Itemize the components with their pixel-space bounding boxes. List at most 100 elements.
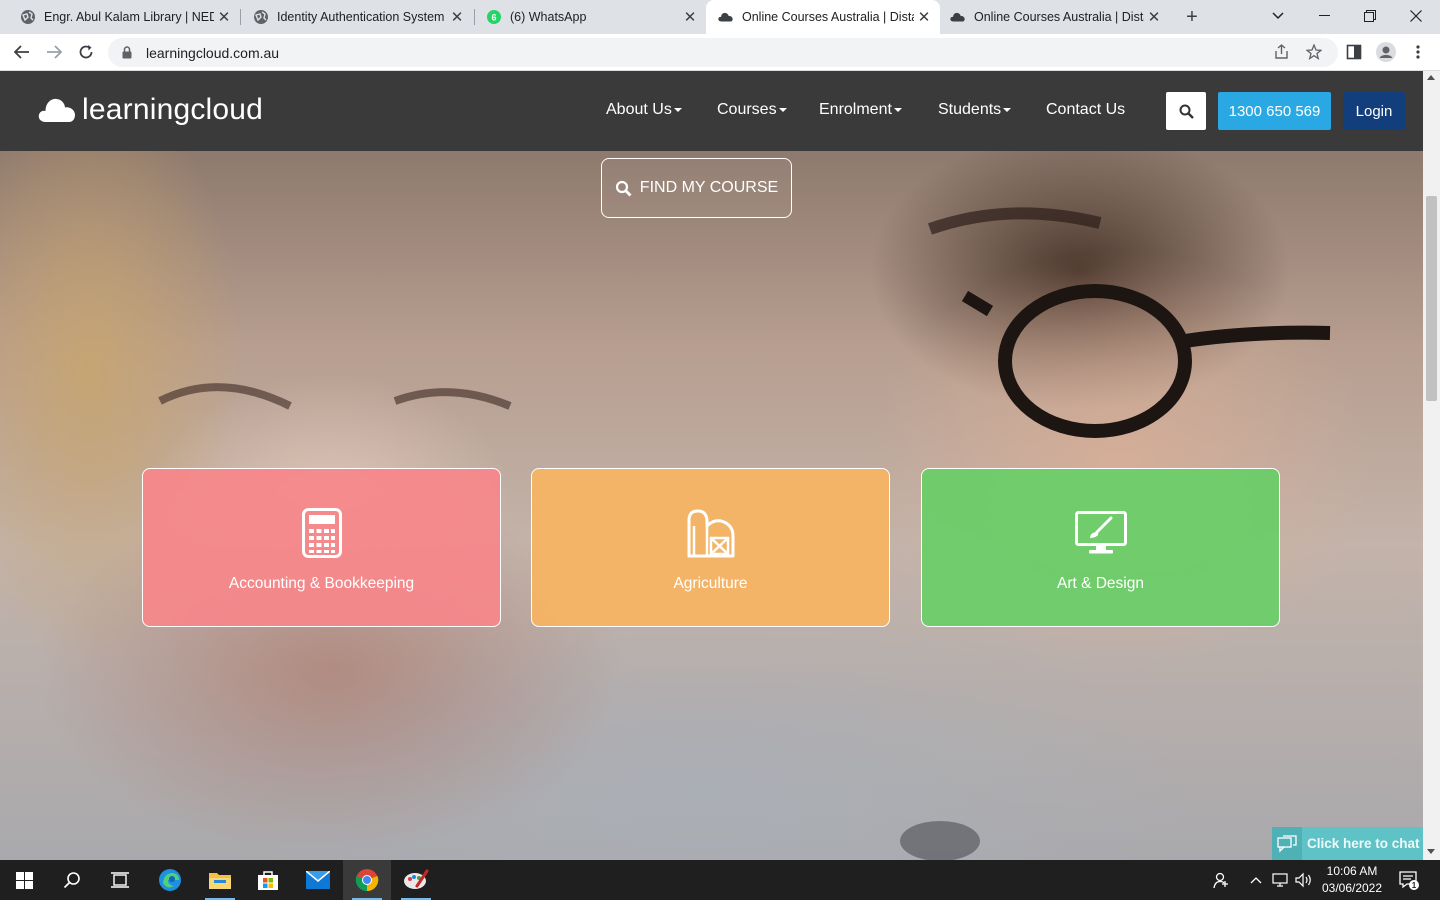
url-text: learningcloud.com.au [146, 44, 280, 61]
logo-text: learningcloud [82, 93, 264, 126]
category-card-art-design[interactable]: Art & Design [921, 468, 1280, 627]
side-panel-icon[interactable] [1340, 38, 1368, 66]
browser-tab-library[interactable]: Engr. Abul Kalam Library | NEDU ✕ [0, 0, 240, 34]
taskbar-store[interactable] [244, 860, 292, 900]
browser-tab-learningcloud-active[interactable]: Online Courses Australia | Distance ✕ [706, 0, 940, 34]
close-window-button[interactable] [1393, 0, 1439, 32]
tab-title: Online Courses Australia | Distance [974, 10, 1144, 24]
tab-title: Identity Authentication System [277, 10, 445, 24]
search-icon [63, 872, 80, 889]
category-label: Accounting & Bookkeeping [228, 574, 415, 592]
nav-label: Enrolment [819, 101, 892, 118]
tab-title: (6) WhatsApp [510, 10, 587, 24]
restore-button[interactable] [1347, 0, 1393, 32]
cloud-icon [718, 9, 734, 25]
browser-tab-identity[interactable]: Identity Authentication System ✕ [233, 0, 473, 34]
login-button[interactable]: Login [1343, 92, 1405, 130]
browser-menu-icon[interactable] [1404, 38, 1432, 66]
tab-strip: Engr. Abul Kalam Library | NEDU ✕ Identi… [0, 0, 1440, 34]
scroll-down-arrow[interactable] [1427, 849, 1435, 854]
search-icon [615, 180, 632, 197]
windows-taskbar: 10:06 AM 03/06/2022 1 [0, 860, 1440, 900]
barn-icon [685, 507, 737, 559]
windows-logo-icon [15, 871, 33, 889]
find-my-course-label: FIND MY COURSE [639, 179, 779, 196]
minimize-button[interactable] [1301, 0, 1347, 32]
notification-icon: 1 [1399, 871, 1419, 890]
scrollbar-thumb[interactable] [1426, 196, 1437, 401]
windows-start-button[interactable] [0, 860, 48, 900]
volume-icon[interactable] [1293, 860, 1315, 900]
taskbar-chrome[interactable] [343, 860, 391, 900]
browser-tab-whatsapp[interactable]: 6 (6) WhatsApp ✕ [466, 0, 706, 34]
network-icon[interactable] [1270, 860, 1292, 900]
nav-students[interactable]: Students [938, 101, 1012, 119]
monitor-brush-icon [1074, 507, 1127, 559]
taskbar-file-explorer[interactable] [196, 860, 244, 900]
nav-contact-us[interactable]: Contact Us [1046, 101, 1125, 119]
tab-search-icon[interactable] [1255, 0, 1301, 32]
show-hidden-icons-chevron-up-icon[interactable] [1246, 860, 1266, 900]
notification-count: 1 [1412, 881, 1417, 890]
taskbar-mail[interactable] [294, 860, 342, 900]
chevron-down-icon [673, 107, 682, 112]
nav-enrolment[interactable]: Enrolment [819, 101, 902, 119]
browser-tab-learningcloud-2[interactable]: Online Courses Australia | Distance ✕ [940, 0, 1170, 34]
chrome-icon [355, 869, 379, 892]
nav-label: Students [938, 101, 1002, 118]
new-tab-button[interactable]: + [1180, 5, 1204, 29]
nav-label: About Us [606, 101, 672, 118]
taskbar-edge[interactable] [146, 860, 194, 900]
paint-palette-icon [404, 869, 429, 889]
cloud-icon [950, 9, 966, 25]
clock-date: 03/06/2022 [1321, 881, 1383, 895]
page-scrollbar[interactable] [1423, 71, 1440, 860]
scroll-up-arrow[interactable] [1427, 75, 1435, 80]
action-center-button[interactable]: 1 [1396, 860, 1422, 900]
phone-button[interactable]: 1300 650 569 [1218, 92, 1331, 130]
back-button[interactable] [8, 38, 36, 66]
calculator-icon [296, 507, 348, 559]
browser-toolbar: learningcloud.com.au [0, 34, 1440, 71]
task-view-icon [111, 872, 129, 888]
profile-avatar-icon[interactable] [1372, 38, 1400, 66]
taskbar-paint-app[interactable] [392, 860, 440, 900]
store-bag-icon [258, 871, 278, 890]
globe-icon [20, 9, 36, 25]
forward-button[interactable] [40, 38, 68, 66]
tab-title: Engr. Abul Kalam Library | NEDU [44, 10, 214, 24]
nav-label: Contact Us [1046, 101, 1126, 118]
find-my-course-button[interactable]: FIND MY COURSE [601, 158, 792, 218]
site-search-button[interactable] [1166, 92, 1206, 130]
bookmark-star-icon[interactable] [1300, 38, 1328, 66]
task-view-button[interactable] [96, 860, 144, 900]
reload-button[interactable] [72, 38, 100, 66]
close-icon[interactable]: ✕ [1144, 7, 1164, 27]
nav-courses[interactable]: Courses [717, 101, 787, 119]
system-clock[interactable]: 10:06 AM 03/06/2022 [1316, 863, 1388, 897]
close-icon[interactable]: ✕ [447, 7, 467, 27]
close-icon[interactable]: ✕ [680, 7, 700, 27]
close-icon[interactable]: ✕ [914, 7, 934, 27]
lock-icon[interactable] [120, 46, 134, 60]
people-icon[interactable] [1208, 860, 1234, 900]
globe-icon [253, 9, 269, 25]
category-card-accounting[interactable]: Accounting & Bookkeeping [142, 468, 501, 627]
site-header: learningcloud About Us Courses Enrolment… [0, 71, 1423, 151]
whatsapp-badge: 6 [491, 13, 496, 23]
nav-about-us[interactable]: About Us [606, 101, 682, 119]
close-icon[interactable]: ✕ [214, 7, 234, 27]
chevron-down-icon [1003, 107, 1012, 112]
share-icon[interactable] [1268, 38, 1296, 66]
chat-widget-button[interactable]: Click here to chat [1272, 827, 1423, 860]
taskbar-search-button[interactable] [48, 860, 96, 900]
category-card-agriculture[interactable]: Agriculture [531, 468, 890, 627]
chat-bubble-icon [1272, 827, 1302, 860]
category-label: Art & Design [1056, 574, 1144, 592]
folder-icon [209, 873, 231, 889]
mail-icon [306, 871, 330, 889]
learningcloud-logo[interactable]: learningcloud [38, 93, 263, 127]
address-bar[interactable]: learningcloud.com.au [108, 38, 1338, 67]
edge-icon [159, 869, 181, 891]
web-page: learningcloud About Us Courses Enrolment… [0, 71, 1423, 860]
